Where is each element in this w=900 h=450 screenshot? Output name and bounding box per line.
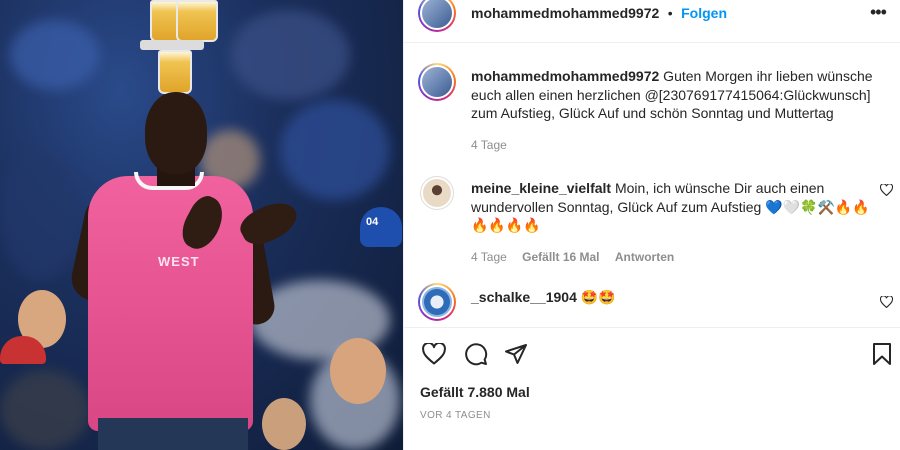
head	[145, 92, 207, 174]
comment-like-icon[interactable]	[879, 295, 894, 311]
like-icon[interactable]	[420, 340, 448, 368]
beer-cup	[158, 50, 192, 94]
crowd-blur	[0, 370, 90, 450]
bookmark-icon[interactable]	[868, 340, 896, 368]
commenter-avatar[interactable]	[418, 283, 456, 321]
divider	[404, 42, 900, 43]
shirt-text: WEST	[158, 254, 200, 269]
crowd-blur	[10, 20, 100, 90]
like-count[interactable]: Gefällt 7.880 Mal	[420, 384, 530, 400]
comment-time[interactable]: 4 Tage	[471, 250, 507, 264]
share-icon[interactable]	[502, 340, 530, 368]
comment-author[interactable]: _schalke__1904	[471, 289, 577, 305]
pink-shirt	[88, 176, 253, 431]
follow-button[interactable]: Folgen	[681, 5, 727, 21]
spectator-face	[330, 338, 386, 404]
comment-body: 🤩🤩	[576, 289, 616, 305]
caption-time[interactable]: 4 Tage	[471, 138, 507, 152]
caption-author[interactable]: mohammedmohammed9972	[471, 68, 659, 84]
cap-text: 04	[366, 216, 379, 228]
caption-text: mohammedmohammed9972 Guten Morgen ihr li…	[471, 67, 881, 123]
post-image[interactable]: 04 WEST	[0, 0, 403, 450]
comment-text: meine_kleine_vielfalt Moin, ich wünsche …	[471, 179, 871, 235]
post-date[interactable]: VOR 4 TAGEN	[420, 410, 491, 421]
author-username[interactable]: mohammedmohammed9972	[471, 5, 659, 21]
caption-meta: 4 Tage	[471, 138, 519, 152]
comment-text: _schalke__1904 🤩🤩	[471, 288, 871, 307]
post-header: mohammedmohammed9972 • Folgen •••	[404, 0, 900, 54]
commenter-avatar[interactable]	[420, 176, 454, 210]
comment-meta: 4 Tage Gefällt 16 Mal Antworten	[471, 250, 686, 264]
comment-author[interactable]: meine_kleine_vielfalt	[471, 180, 611, 196]
beer-cup	[176, 0, 218, 42]
comment-like-icon[interactable]	[879, 183, 894, 199]
more-options-icon[interactable]: •••	[870, 2, 887, 23]
crowd-blur	[280, 100, 390, 200]
action-bar	[420, 340, 891, 370]
beer-tray	[140, 40, 204, 50]
crowd-blur	[230, 10, 350, 100]
crowd-blur	[0, 150, 80, 280]
spectator-face	[262, 398, 306, 450]
comment-likes[interactable]: Gefällt 16 Mal	[522, 250, 599, 264]
post-side-panel: mohammedmohammed9972 • Folgen ••• mohamm…	[403, 0, 900, 450]
comment-icon[interactable]	[462, 340, 490, 368]
author-avatar[interactable]	[418, 63, 456, 101]
divider	[404, 327, 900, 328]
dot-separator: •	[667, 5, 673, 21]
reply-button[interactable]: Antworten	[615, 250, 674, 264]
author-avatar[interactable]	[418, 0, 456, 32]
jeans	[98, 418, 248, 450]
